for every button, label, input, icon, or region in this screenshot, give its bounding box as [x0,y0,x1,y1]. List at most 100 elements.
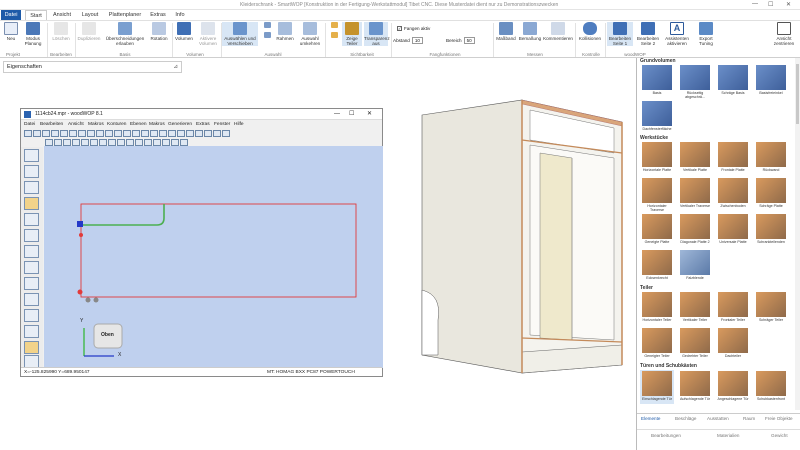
lib-item-werk-3[interactable]: Rückwand [754,141,788,175]
wop-tool-icon[interactable] [42,130,50,137]
bearbeiten-seite2-button[interactable]: Bearbeiten Seite 2 [635,22,661,46]
zeige-teiler-button[interactable]: Zeige Teiler [342,22,362,46]
lib-item-teiler-4[interactable]: Geneigter Teiler [640,327,674,361]
rotation-button[interactable]: Rotation [148,22,170,41]
wop-tool-icon[interactable] [63,139,71,146]
wop-menu-bearbeiten[interactable]: Bearbeiten [40,120,63,129]
lib-item-tuer-3[interactable]: Schubkastenfront [754,370,788,404]
wop-tool-icon[interactable] [105,130,113,137]
lib-item-tuer-0[interactable]: Einschlagende Tür [640,370,674,404]
lib-item-werk-12[interactable]: Ecksenkrecht [640,249,674,283]
wop-side-tool-icon[interactable] [24,261,39,274]
export-tuning-button[interactable]: Export Tuning [693,22,719,46]
wop-tool-icon[interactable] [213,130,221,137]
wop-tool-icon[interactable] [54,139,62,146]
abstand-field[interactable]: Abstand 10 [393,37,423,44]
wop-tool-icon[interactable] [87,130,95,137]
kommentieren-button[interactable]: Kommentieren [543,22,573,41]
tab-raum[interactable]: Raum [743,416,755,421]
wop-tool-icon[interactable] [168,130,176,137]
wop-tool-icon[interactable] [117,139,125,146]
wop-tool-icon[interactable] [195,130,203,137]
wop-side-tool-icon[interactable] [24,293,39,306]
lib-item-werk-6[interactable]: Zwischenboden [716,177,750,211]
wop-menu-hilfe[interactable]: Hilfe [234,120,244,129]
wop-tool-icon[interactable] [33,130,41,137]
wop-tool-icon[interactable] [141,130,149,137]
lib-item-werk-5[interactable]: Vertikaler Traverse [678,177,712,211]
lib-item-grund-3[interactable]: Basisfreieinkel [754,64,788,98]
wop-side-tool-icon[interactable] [24,197,39,210]
auswahl-umkehren-button[interactable]: Auswahl umkehren [297,22,323,46]
woodwop-maximize-button[interactable]: ☐ [349,109,354,120]
lib-item-werk-13[interactable]: Falzblende [678,249,712,283]
wop-tool-icon[interactable] [159,130,167,137]
tab-extras[interactable]: Extras [148,10,168,20]
pin-icon[interactable]: ⊿ [173,62,178,72]
woodwop-window[interactable]: 1114cb24.mpr - woodWOP 8.1 — ☐ ✕ Datei B… [20,108,383,377]
wop-menu-konturen[interactable]: Konturen [107,120,126,129]
wop-tool-icon[interactable] [45,139,53,146]
lib-item-grund-4[interactable]: Dachfensterfläche [640,100,674,134]
gewicht-tab[interactable]: Gewicht [771,433,788,438]
wop-tool-icon[interactable] [132,130,140,137]
wop-tool-icon[interactable] [108,139,116,146]
wop-tool-icon[interactable] [186,130,194,137]
wop-side-tool-icon[interactable] [24,229,39,242]
aktivere-volumen-button[interactable]: Aktivere Volumen [196,22,220,46]
lib-item-teiler-1[interactable]: Vertikaler Teiler [678,291,712,325]
lib-item-grund-2[interactable]: Schräge Basis [716,64,750,98]
wop-tool-icon[interactable] [51,130,59,137]
wop-tool-icon[interactable] [24,130,32,137]
lib-item-werk-2[interactable]: Frontale Platte [716,141,750,175]
tab-info[interactable]: Info [172,10,188,20]
assistenten-button[interactable]: A Assistenten aktivieren [663,22,691,46]
wop-tool-icon[interactable] [114,130,122,137]
loeschen-button[interactable]: Löschen [49,22,73,41]
lib-item-grund-0[interactable]: Basis [640,64,674,98]
transparenz-button[interactable]: Transparenz aus [364,22,390,46]
wop-menu-fenster[interactable]: Fenster [214,120,230,129]
tab-layout[interactable]: Layout [79,10,101,20]
wop-side-tool-icon[interactable] [24,149,39,162]
lib-item-werk-0[interactable]: Horizontale Platte [640,141,674,175]
wop-tool-icon[interactable] [99,139,107,146]
bearbeiten-seite1-button[interactable]: Bearbeiten Seite 1 [607,22,633,46]
properties-panel[interactable]: Eigenschaften ⊿ [3,61,182,73]
wop-tool-icon[interactable] [222,130,230,137]
woodwop-toolbar-1[interactable] [24,129,230,138]
wop-menu-datei[interactable]: Datei [24,120,35,129]
fangen-aktiv-checkbox[interactable]: ✓ Fangen aktiv [397,26,430,31]
tab-beschlaege[interactable]: Beschläge [675,416,696,421]
lib-item-teiler-6[interactable]: Dachteiler [716,327,750,361]
wop-side-tool-icon[interactable] [24,325,39,338]
bemassung-button[interactable]: Bemaßung [518,22,542,41]
lib-item-tuer-2[interactable]: Angeschlagene Tür [716,370,750,404]
wop-menu-makros[interactable]: Makros [88,120,104,129]
bearbeitungen-tab[interactable]: Bearbeitungen [651,433,681,438]
volumen-button[interactable]: Volumen [173,22,195,41]
auswaehlen-verschieben-button[interactable]: Auswählen und Verschieben [222,22,258,46]
wop-tool-icon[interactable] [81,139,89,146]
lib-item-teiler-0[interactable]: Horizontaler Teiler [640,291,674,325]
wop-side-tool-icon[interactable] [24,309,39,322]
wop-tool-icon[interactable] [126,139,134,146]
kollisionen-button[interactable]: Kollisionen [577,22,603,41]
wop-menu-ebenen[interactable]: Ebenen [130,120,147,129]
wop-tool-icon[interactable] [153,139,161,146]
wop-side-tool-icon[interactable] [24,341,39,354]
lib-item-werk-10[interactable]: Universale Platte [716,213,750,247]
wop-tool-icon[interactable] [177,130,185,137]
modus-planung-button[interactable]: Modus Planung [21,22,45,46]
tab-start[interactable]: Start [25,10,47,20]
small-select-icons[interactable] [262,22,272,39]
wop-tool-icon[interactable] [69,130,77,137]
neu-button[interactable]: Neu [3,22,19,41]
visibility-small-icons[interactable] [329,22,339,39]
tab-datei[interactable]: Datei [1,10,21,20]
wop-side-tool-icon[interactable] [24,277,39,290]
wop-tool-icon[interactable] [123,130,131,137]
lib-item-teiler-5[interactable]: Gedrehter Teiler [678,327,712,361]
materialien-tab[interactable]: Materialien [717,433,739,438]
wop-menu-ansicht[interactable]: Ansicht [68,120,84,129]
